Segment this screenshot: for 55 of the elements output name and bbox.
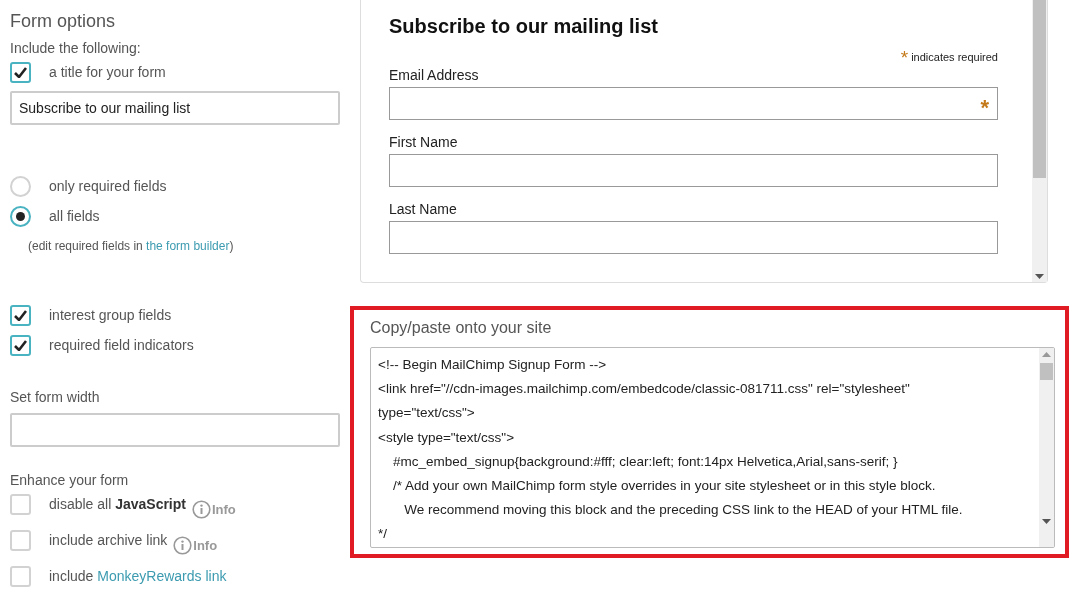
scroll-thumb[interactable] (1033, 0, 1046, 178)
scroll-thumb[interactable] (1040, 363, 1053, 380)
help-note: (edit required fields in the form builder) (27, 239, 235, 253)
form-builder-link[interactable]: the form builder (146, 239, 230, 253)
checkbox[interactable] (10, 334, 31, 356)
section-title: Copy/paste onto your site (370, 319, 553, 337)
section-label: Include the following: (10, 40, 142, 56)
checkbox[interactable] (10, 565, 31, 587)
checkmark-icon (14, 339, 27, 351)
scrollbar[interactable] (1032, 0, 1047, 282)
field-label: Last Name (389, 201, 458, 217)
radio-label: all fields (49, 208, 100, 224)
section-label: Set form width (10, 389, 101, 405)
radio-label: only required fields (49, 178, 167, 194)
form-width-input[interactable] (10, 413, 340, 447)
checkmark-icon (14, 309, 27, 321)
radio-button[interactable] (10, 205, 31, 227)
checkbox-label: interest group fields (49, 307, 172, 323)
text-field[interactable] (389, 221, 998, 254)
code-line: We recommend moving this block and the preceding CSS link to the HEAD of your HTML file. (403, 501, 964, 520)
code-line: type="text/css"> (378, 404, 476, 423)
checkbox-label: include MonkeyRewards link (49, 568, 227, 584)
form-title-input[interactable]: Subscribe to our mailing list (10, 91, 340, 125)
checkbox-label: include archive link (49, 532, 168, 548)
code-line: /* Add your own MailChimp form style overrides in your site stylesheet or in this style block. (392, 477, 937, 495)
code-line: */ (378, 525, 388, 544)
checkbox[interactable] (10, 61, 31, 83)
code-line: <!-- Begin MailChimp Signup Form --> (378, 356, 608, 374)
checkbox[interactable] (10, 493, 31, 515)
required-mark: * (980, 93, 989, 121)
section-title: Form options (10, 11, 117, 32)
monkeyrewards-link[interactable]: MonkeyRewards link (97, 568, 227, 584)
code-line: <link href="//cdn-images.mailchimp.com/embedcode/classic-081711.css" rel="stylesheet" (378, 380, 911, 399)
radio-button[interactable] (10, 175, 31, 197)
code-textarea[interactable] (370, 347, 1055, 548)
field-label: Email Address (389, 67, 480, 83)
section-label: Enhance your form (10, 472, 130, 488)
checkbox-label: disable all JavaScript (49, 496, 186, 512)
field-label: First Name (389, 134, 459, 150)
scroll-down-icon[interactable] (1035, 274, 1044, 279)
code-line: #mc_embed_signup{background:#fff; clear:left; font:14px Helvetica,Arial,sans-serif; } (392, 452, 899, 471)
checkbox-label: a title for your form (49, 64, 166, 80)
code-line: <style type="text/css"> (378, 428, 516, 447)
checkbox[interactable] (10, 304, 31, 326)
text-field[interactable]: * (389, 87, 998, 120)
scroll-down-icon[interactable] (1042, 519, 1051, 524)
scroll-up-icon[interactable] (1042, 352, 1051, 357)
checkbox[interactable] (10, 529, 31, 551)
info-link[interactable]: Info (192, 499, 236, 519)
text-field[interactable] (389, 154, 998, 187)
preview-title: Subscribe to our mailing list (389, 15, 659, 38)
checkmark-icon (14, 66, 27, 78)
info-link[interactable]: Info (173, 535, 218, 555)
checkbox-label: required field indicators (49, 337, 194, 353)
scrollbar[interactable] (1039, 348, 1054, 547)
